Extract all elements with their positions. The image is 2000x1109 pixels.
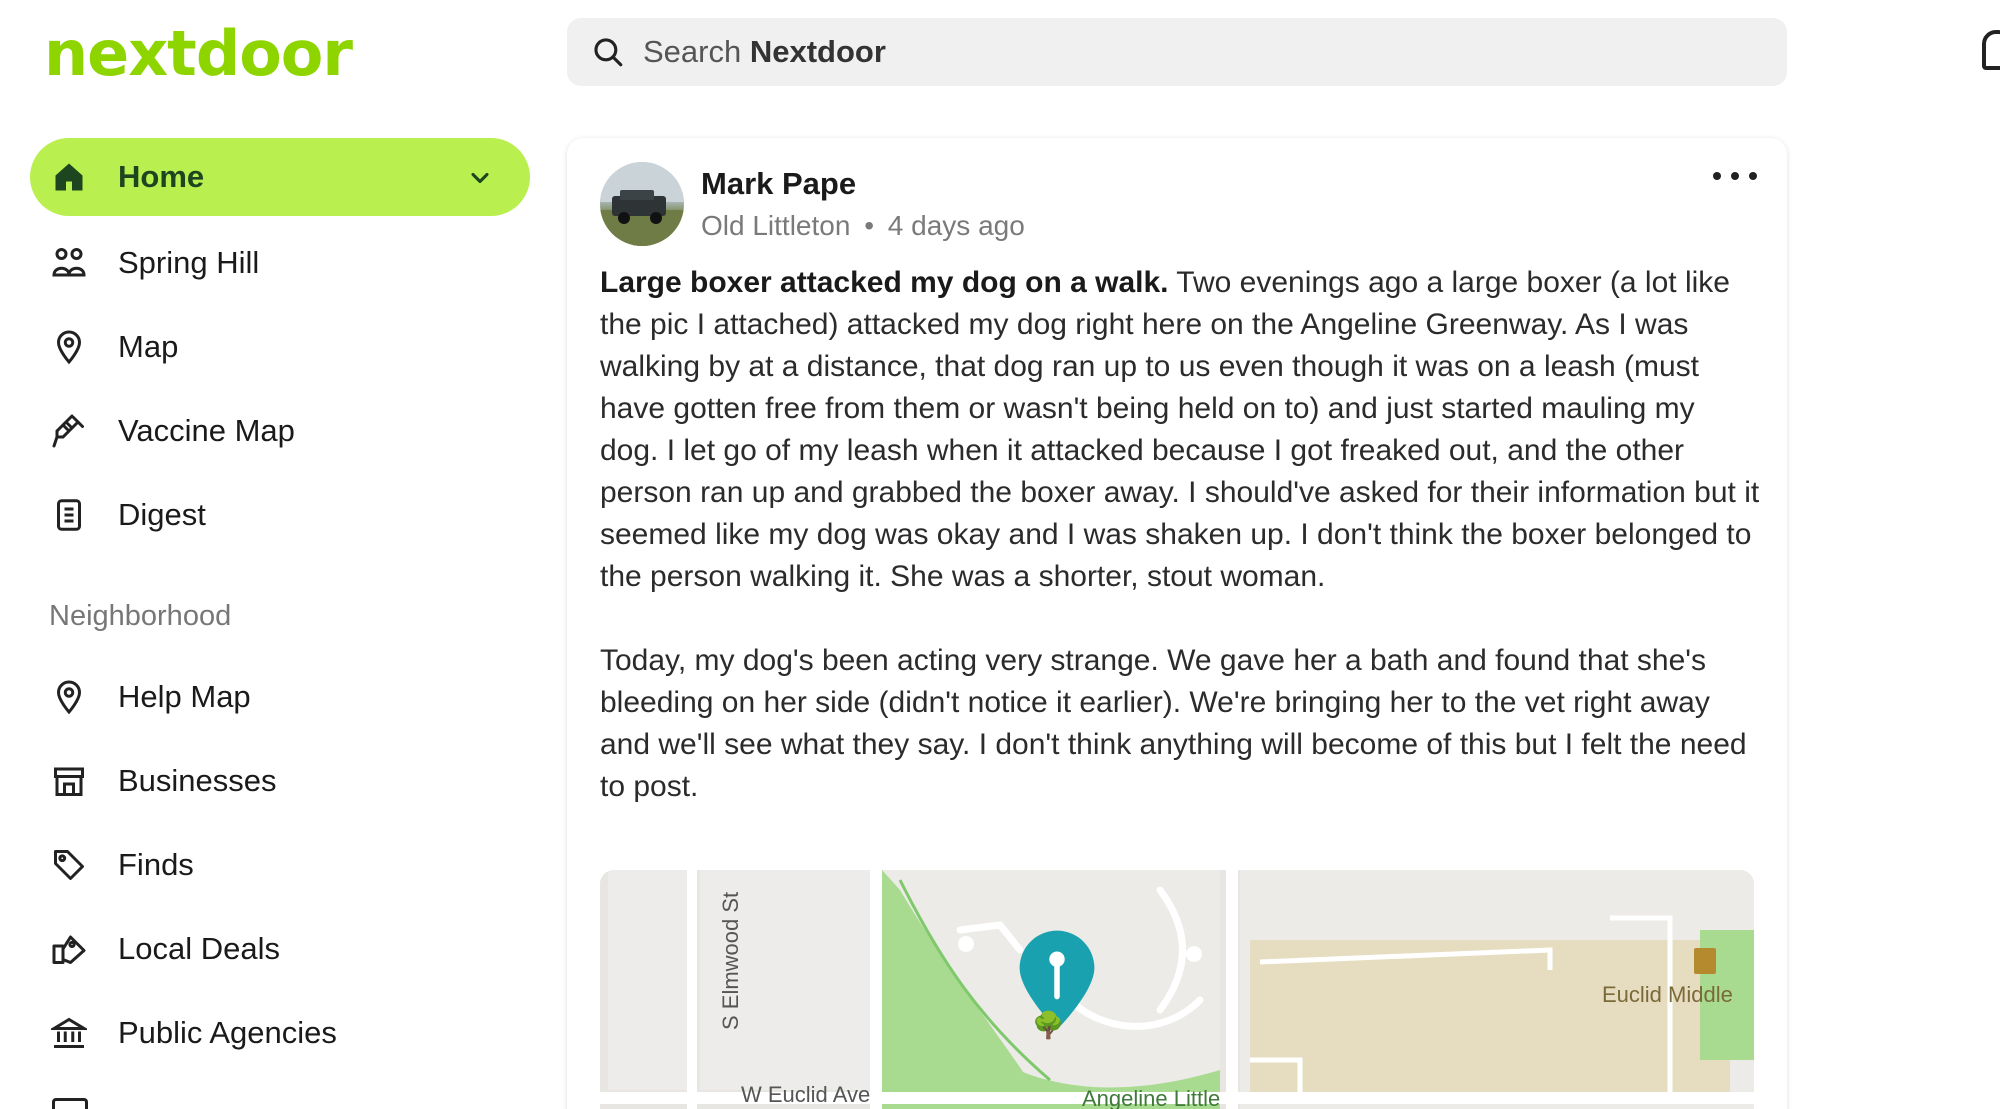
sidebar-item-public-agencies[interactable]: Public Agencies	[30, 994, 530, 1072]
sidebar-item-label: Public Agencies	[118, 1015, 337, 1050]
post-meta: Old Littleton • 4 days ago	[701, 210, 1025, 242]
government-icon	[50, 1014, 88, 1052]
post-map[interactable]: 🌳 S Elmwood St W Euclid Ave Euclid Middl…	[600, 870, 1754, 1109]
post-location[interactable]: Old Littleton	[701, 210, 850, 241]
sidebar-item-label: Map	[118, 329, 179, 364]
neighbors-icon	[50, 244, 88, 282]
post-card: Mark Pape Old Littleton • 4 days ago Lar…	[567, 138, 1787, 1109]
school-icon	[1694, 948, 1716, 974]
sidebar-item-businesses[interactable]: Businesses	[30, 742, 530, 820]
sidebar-item-label: Vaccine Map	[118, 413, 295, 448]
map-label-street: W Euclid Ave	[741, 1082, 871, 1107]
sidebar: Home Spring Hill Map Vaccine Map Digest …	[0, 0, 540, 1109]
sidebar-item-label: Businesses	[118, 763, 277, 798]
deals-icon	[50, 930, 88, 968]
map-label-place: Angeline Little	[1082, 1086, 1221, 1109]
map-pin-icon	[50, 328, 88, 366]
search-prefix: Search	[643, 34, 750, 69]
meta-separator: •	[864, 210, 875, 241]
calendar-icon	[52, 1098, 88, 1109]
avatar[interactable]	[600, 162, 684, 246]
post-paragraph-1: Large boxer attacked my dog on a walk. T…	[600, 262, 1760, 598]
more-options-icon[interactable]	[1713, 166, 1757, 186]
section-title-neighborhood: Neighborhood	[49, 600, 232, 632]
storefront-icon	[50, 762, 88, 800]
sidebar-item-label: Home	[118, 159, 205, 194]
post-author[interactable]: Mark Pape	[701, 166, 856, 202]
park-tree-icon: 🌳	[1032, 1010, 1065, 1040]
post-body: Large boxer attacked my dog on a walk. T…	[600, 262, 1760, 850]
home-icon	[50, 158, 88, 196]
sidebar-item-finds[interactable]: Finds	[30, 826, 530, 904]
search-bar[interactable]: Search Nextdoor	[567, 18, 1787, 86]
map-label-street: S Elmwood St	[718, 891, 743, 1030]
tag-icon	[50, 846, 88, 884]
syringe-icon	[50, 412, 88, 450]
search-placeholder: Search Nextdoor	[643, 34, 886, 70]
search-icon	[594, 38, 623, 67]
digest-icon	[50, 496, 88, 534]
map-label-place: Euclid Middle	[1602, 982, 1733, 1007]
post-time: 4 days ago	[887, 210, 1025, 241]
sidebar-item-help-map[interactable]: Help Map	[30, 658, 530, 736]
sidebar-item-home[interactable]: Home	[30, 138, 530, 216]
sidebar-item-label: Digest	[118, 497, 206, 532]
sidebar-item-label: Local Deals	[118, 931, 280, 966]
chevron-down-icon[interactable]	[466, 164, 494, 192]
sidebar-item-spring-hill[interactable]: Spring Hill	[30, 224, 530, 302]
sidebar-item-label: Finds	[118, 847, 194, 882]
sidebar-item-digest[interactable]: Digest	[30, 476, 530, 554]
notifications-icon[interactable]	[1982, 30, 2000, 70]
sidebar-item-local-deals[interactable]: Local Deals	[30, 910, 530, 988]
sidebar-item-label: Help Map	[118, 679, 251, 714]
post-text-1: Two evenings ago a large boxer (a lot li…	[600, 266, 1760, 593]
search-brand: Nextdoor	[749, 34, 886, 69]
post-paragraph-2: Today, my dog's been acting very strange…	[600, 644, 1747, 803]
sidebar-item-map[interactable]: Map	[30, 308, 530, 386]
map-pin-icon	[50, 678, 88, 716]
sidebar-item-label: Spring Hill	[118, 245, 260, 280]
sidebar-item-vaccine-map[interactable]: Vaccine Map	[30, 392, 530, 470]
post-title: Large boxer attacked my dog on a walk.	[600, 266, 1169, 299]
